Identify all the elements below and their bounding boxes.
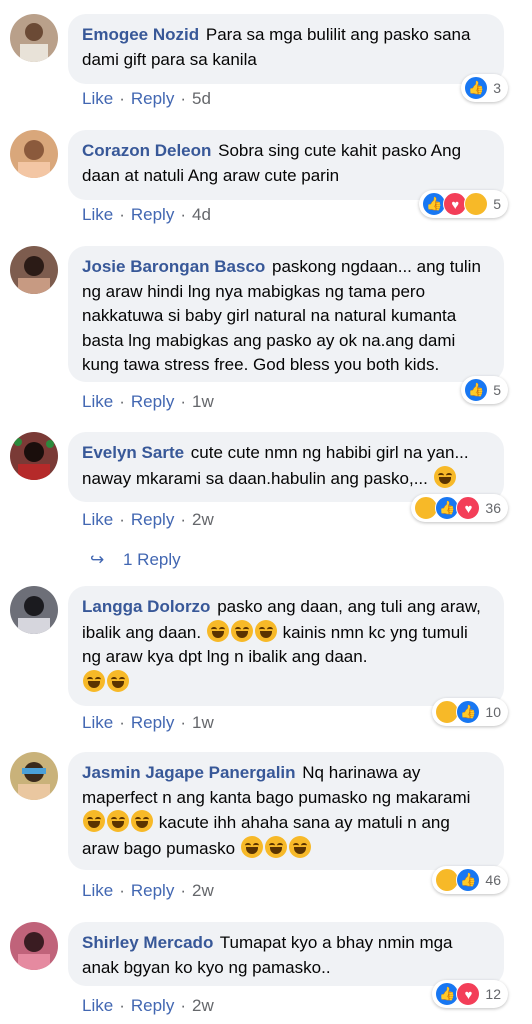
timestamp[interactable]: 1w	[192, 392, 214, 411]
timestamp[interactable]: 2w	[192, 510, 214, 529]
avatar[interactable]	[10, 432, 58, 480]
avatar[interactable]	[10, 752, 58, 800]
commenter-name[interactable]: Jasmin Jagape Panergalin	[82, 763, 296, 782]
reaction-count: 5	[493, 382, 501, 398]
reply-button[interactable]: Reply	[131, 510, 174, 529]
reaction-count: 46	[485, 872, 501, 888]
comment-actions: Like · Reply · 2w	[82, 881, 214, 900]
reply-button[interactable]: Reply	[131, 881, 174, 900]
laughing-emoji-icon	[107, 810, 129, 832]
laughing-emoji-icon	[83, 810, 105, 832]
reply-button[interactable]: Reply	[131, 996, 174, 1015]
like-reaction-icon: 👍	[464, 378, 489, 402]
laughing-emoji-icon	[288, 835, 311, 858]
reply-arrow-icon: ↪	[90, 550, 105, 569]
commenter-name[interactable]: Corazon Deleon	[82, 141, 211, 160]
comment-actions: Like · Reply · 4d	[82, 205, 211, 224]
like-button[interactable]: Like	[82, 996, 113, 1015]
reaction-count: 10	[485, 704, 501, 720]
commenter-name[interactable]: Emogee Nozid	[82, 25, 199, 44]
reply-button[interactable]: Reply	[131, 713, 174, 732]
reply-button[interactable]: Reply	[131, 392, 174, 411]
kissing-emoji-icon	[433, 465, 456, 488]
comment-actions: Like · Reply · 2w	[82, 996, 214, 1015]
comment-bubble: Jasmin Jagape Panergalin Nq harinawa ay …	[68, 752, 504, 870]
timestamp[interactable]: 1w	[192, 713, 214, 732]
commenter-name[interactable]: Shirley Mercado	[82, 933, 213, 952]
timestamp[interactable]: 2w	[192, 881, 214, 900]
replies-count-label: 1 Reply	[122, 550, 181, 569]
laughing-emoji-icon	[264, 835, 287, 858]
like-reaction-icon: 👍	[464, 76, 489, 100]
reaction-summary[interactable]: 👍 5	[461, 376, 508, 404]
commenter-name[interactable]: Langga Dolorzo	[82, 597, 210, 616]
winking-tongue-emoji-icon	[254, 619, 277, 642]
timestamp[interactable]: 2w	[192, 996, 214, 1015]
reaction-count: 36	[485, 500, 501, 516]
love-reaction-icon: ♥	[456, 982, 481, 1006]
comment-actions: Like · Reply · 1w	[82, 713, 214, 732]
reaction-count: 5	[493, 196, 501, 212]
like-button[interactable]: Like	[82, 205, 113, 224]
like-button[interactable]: Like	[82, 89, 113, 108]
rofl-emoji-icon	[230, 619, 253, 642]
avatar[interactable]	[10, 922, 58, 970]
reply-button[interactable]: Reply	[131, 205, 174, 224]
comment-bubble: Langga Dolorzo pasko ang daan, ang tuli …	[68, 586, 504, 706]
avatar[interactable]	[10, 14, 58, 62]
comment-bubble: Emogee Nozid Para sa mga bulilit ang pas…	[68, 14, 504, 84]
comment-actions: Like · Reply · 5d	[82, 89, 211, 108]
comment-actions: Like · Reply · 2w	[82, 510, 214, 529]
comment-actions: Like · Reply · 1w	[82, 392, 214, 411]
comment-bubble: Shirley Mercado Tumapat kyo a bhay nmin …	[68, 922, 504, 986]
reaction-count: 12	[485, 986, 501, 1002]
like-button[interactable]: Like	[82, 392, 113, 411]
commenter-name[interactable]: Josie Barongan Basco	[82, 257, 265, 276]
view-replies-link[interactable]: ↪ 1 Reply	[90, 550, 181, 570]
avatar[interactable]	[10, 246, 58, 294]
timestamp[interactable]: 4d	[192, 205, 211, 224]
laughing-emoji-icon	[131, 810, 153, 832]
like-reaction-icon: 👍	[456, 700, 481, 724]
reaction-summary[interactable]: 👍 3	[461, 74, 508, 102]
reaction-summary[interactable]: 👍 46	[432, 866, 508, 894]
avatar[interactable]	[10, 130, 58, 178]
comment-bubble: Josie Barongan Basco paskong ngdaan... a…	[68, 246, 504, 382]
like-button[interactable]: Like	[82, 713, 113, 732]
laughing-emoji-icon	[206, 619, 229, 642]
reply-button[interactable]: Reply	[131, 89, 174, 108]
comment-bubble: Evelyn Sarte cute cute nmn ng habibi gir…	[68, 432, 504, 502]
laughing-emoji-icon	[83, 669, 105, 692]
grinning-squint-emoji-icon	[107, 669, 129, 692]
reaction-count: 3	[493, 80, 501, 96]
reaction-summary[interactable]: 👍 10	[432, 698, 508, 726]
like-button[interactable]: Like	[82, 510, 113, 529]
commenter-name[interactable]: Evelyn Sarte	[82, 443, 184, 462]
reaction-summary[interactable]: 👍 ♥ 5	[419, 190, 508, 218]
timestamp[interactable]: 5d	[192, 89, 211, 108]
avatar[interactable]	[10, 586, 58, 634]
like-reaction-icon: 👍	[456, 868, 481, 892]
reaction-summary[interactable]: 👍 ♥ 12	[432, 980, 508, 1008]
laughing-emoji-icon	[240, 835, 263, 858]
reaction-summary[interactable]: 👍 ♥ 36	[411, 494, 508, 522]
haha-reaction-icon	[464, 192, 489, 216]
like-button[interactable]: Like	[82, 881, 113, 900]
love-reaction-icon: ♥	[456, 496, 481, 520]
